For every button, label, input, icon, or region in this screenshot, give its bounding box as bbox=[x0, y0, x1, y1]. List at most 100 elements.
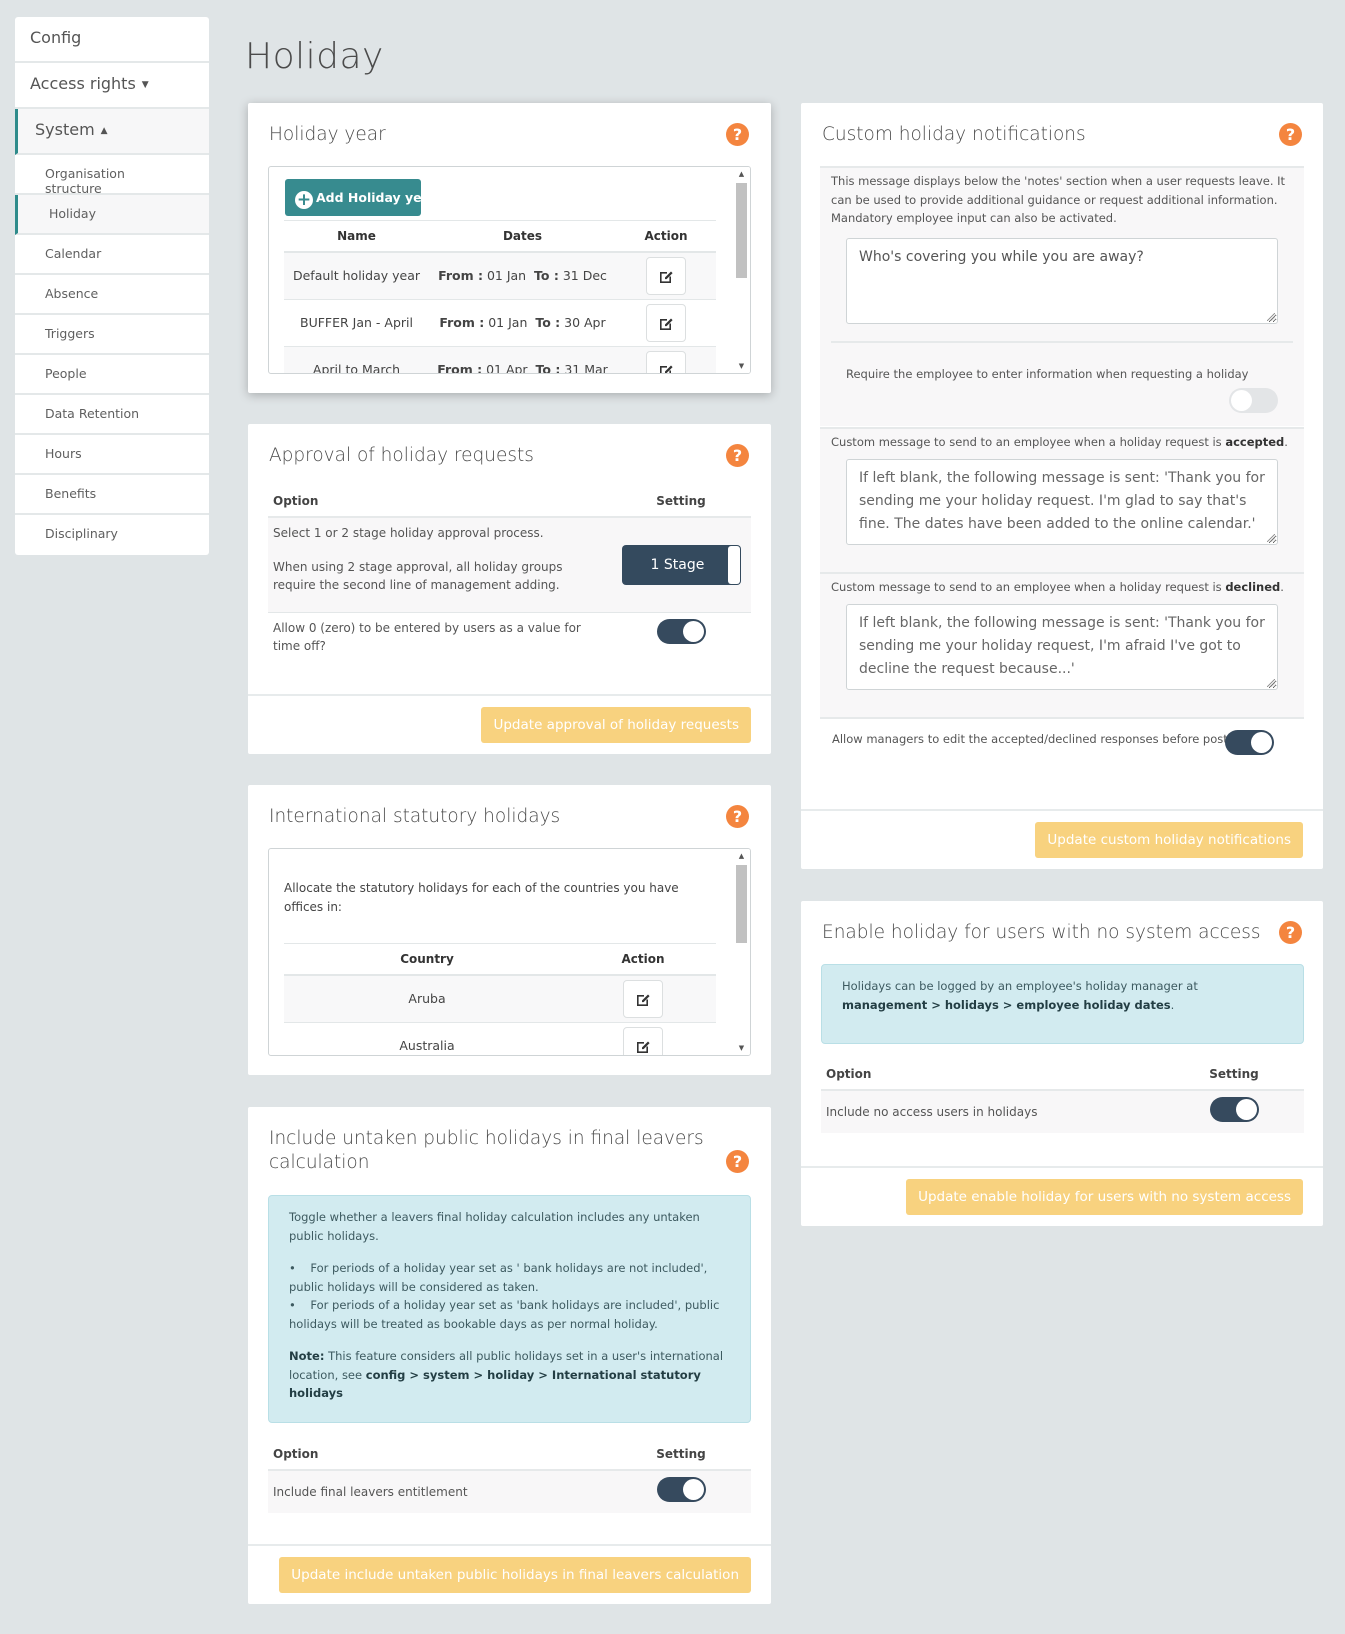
allow-edit-label: Allow managers to edit the accepted/decl… bbox=[832, 732, 1246, 746]
option-text: When using 2 stage approval, all holiday… bbox=[273, 560, 563, 592]
sidebar-item-disciplinary[interactable]: Disciplinary bbox=[15, 515, 209, 555]
country-action bbox=[570, 975, 716, 1023]
sidebar-item-people[interactable]: People bbox=[15, 355, 209, 395]
option-description: Allow 0 (zero) to be entered by users as… bbox=[273, 620, 581, 653]
edit-button[interactable] bbox=[646, 256, 686, 295]
card-title: Include untaken public holidays in final… bbox=[269, 1128, 704, 1173]
add-holiday-year-button[interactable]: + Add Holiday year bbox=[285, 179, 436, 216]
scrollbar-thumb[interactable] bbox=[736, 865, 747, 943]
toggle-knob bbox=[1231, 390, 1252, 411]
holiday-year-dates: From : 01 Apr To : 31 Mar bbox=[429, 346, 616, 374]
resize-grip[interactable] bbox=[1267, 534, 1275, 542]
edit-button[interactable] bbox=[623, 1026, 663, 1055]
sidebar-item-triggers[interactable]: Triggers bbox=[15, 315, 209, 355]
sidebar-item-benefits[interactable]: Benefits bbox=[15, 475, 209, 515]
holiday-year-name: Default holiday year bbox=[284, 252, 429, 300]
card-footer: Update approval of holiday requests bbox=[248, 694, 771, 754]
scrollbar-thumb[interactable] bbox=[736, 183, 747, 278]
info-text: Toggle whether a leavers final holiday c… bbox=[289, 1210, 700, 1243]
scroll-down-arrow-icon[interactable]: ▼ bbox=[733, 1041, 750, 1055]
countries-table: Country Action Aruba Australia bbox=[284, 944, 716, 1055]
sidebar-item-data-retention[interactable]: Data Retention bbox=[15, 395, 209, 435]
sidebar-item-config[interactable]: Config bbox=[15, 17, 209, 63]
resize-grip[interactable] bbox=[1267, 313, 1275, 321]
scrollbar[interactable]: ▲ ▼ bbox=[733, 849, 750, 1055]
approval-stage-toggle[interactable]: 1 Stage bbox=[621, 544, 741, 585]
accepted-message-input[interactable]: If left blank, the following message is … bbox=[846, 459, 1278, 545]
info-text: . bbox=[1170, 997, 1175, 1012]
help-icon[interactable]: ? bbox=[726, 805, 749, 828]
column-header-option: Option bbox=[821, 1059, 1164, 1091]
country-name: Australia bbox=[284, 1022, 570, 1055]
info-bullet: • For periods of a holiday year set as '… bbox=[289, 1261, 708, 1294]
option-setting bbox=[1164, 1090, 1304, 1133]
leavers-options-table: Option Setting Include final leavers ent… bbox=[268, 1439, 751, 1513]
resize-grip[interactable] bbox=[1267, 679, 1275, 687]
column-header-option: Option bbox=[268, 1439, 611, 1471]
section-description: Custom message to send to an employee wh… bbox=[831, 580, 1284, 594]
page-title: Holiday bbox=[245, 36, 384, 77]
no-access-options-table: Option Setting Include no access users i… bbox=[821, 1059, 1304, 1133]
help-icon[interactable]: ? bbox=[726, 1150, 749, 1173]
table-row: Default holiday year From : 01 Jan To : … bbox=[284, 252, 716, 300]
option-description: Select 1 or 2 stage holiday approval pro… bbox=[268, 517, 611, 613]
table-row: Australia bbox=[284, 1022, 716, 1055]
sidebar-item-access-rights[interactable]: Access rights ▼ bbox=[15, 63, 209, 109]
include-leavers-toggle[interactable] bbox=[656, 1477, 706, 1502]
update-approval-button[interactable]: Update approval of holiday requests bbox=[481, 707, 751, 743]
help-icon[interactable]: ? bbox=[726, 444, 749, 467]
plus-circle-icon: + bbox=[295, 190, 313, 210]
scroll-up-arrow-icon[interactable]: ▲ bbox=[733, 849, 750, 863]
scroll-down-arrow-icon[interactable]: ▼ bbox=[733, 359, 750, 373]
sidebar-item-holiday[interactable]: Holiday bbox=[15, 195, 209, 235]
info-path: management > holidays > employee holiday… bbox=[842, 997, 1171, 1012]
include-no-access-toggle[interactable] bbox=[1209, 1097, 1259, 1122]
holiday-year-action bbox=[616, 299, 716, 347]
card-title: Enable holiday for users with no system … bbox=[822, 922, 1261, 943]
column-header-action: Action bbox=[616, 221, 716, 253]
help-icon[interactable]: ? bbox=[1279, 123, 1302, 146]
allow-zero-toggle[interactable] bbox=[656, 618, 706, 644]
holiday-year-dates: From : 01 Jan To : 31 Dec bbox=[429, 252, 616, 300]
help-icon[interactable]: ? bbox=[726, 123, 749, 146]
sidebar-item-organisation-structure[interactable]: Organisation structure bbox=[15, 155, 209, 196]
help-icon[interactable]: ? bbox=[1279, 921, 1302, 944]
card-footer: Update enable holiday for users with no … bbox=[801, 1166, 1323, 1226]
sidebar-item-calendar[interactable]: Calendar bbox=[15, 235, 209, 275]
to-date: 31 Mar bbox=[564, 362, 608, 374]
to-date: 30 Apr bbox=[564, 315, 606, 330]
update-leavers-button[interactable]: Update include untaken public holidays i… bbox=[279, 1557, 751, 1593]
holiday-year-action bbox=[616, 252, 716, 300]
sidebar-item-absence[interactable]: Absence bbox=[15, 275, 209, 315]
declined-message-input[interactable]: If left blank, the following message is … bbox=[846, 604, 1278, 690]
require-info-toggle[interactable] bbox=[1229, 388, 1278, 413]
card-title: International statutory holidays bbox=[269, 806, 561, 827]
option-description: Include no access users in holidays bbox=[821, 1090, 1164, 1133]
scrollbar[interactable]: ▲ ▼ bbox=[733, 167, 750, 373]
edit-button[interactable] bbox=[646, 350, 686, 373]
sidebar-item-system[interactable]: System ▲ bbox=[15, 109, 209, 155]
edit-icon bbox=[660, 271, 673, 284]
update-notifications-button[interactable]: Update custom holiday notifications bbox=[1035, 822, 1303, 858]
edit-button[interactable] bbox=[646, 303, 686, 342]
update-no-access-button[interactable]: Update enable holiday for users with no … bbox=[906, 1179, 1303, 1215]
request-message-input[interactable]: Who's covering you while you are away? bbox=[846, 238, 1278, 324]
approval-options-table: Option Setting Select 1 or 2 stage holid… bbox=[268, 486, 751, 661]
edit-button[interactable] bbox=[623, 979, 663, 1018]
card-title: Holiday year bbox=[269, 124, 386, 145]
accepted-message-section: Custom message to send to an employee wh… bbox=[820, 427, 1304, 572]
scroll-up-arrow-icon[interactable]: ▲ bbox=[733, 167, 750, 181]
label-text: Custom message to send to an employee wh… bbox=[831, 580, 1226, 594]
column-header-setting: Setting bbox=[611, 1439, 751, 1471]
edit-icon bbox=[637, 994, 650, 1007]
bullet-text: For periods of a holiday year set as ' b… bbox=[289, 1261, 708, 1294]
table-row: Include no access users in holidays bbox=[821, 1090, 1304, 1133]
approval-card: Approval of holiday requests ? Option Se… bbox=[248, 424, 771, 754]
sidebar-item-hours[interactable]: Hours bbox=[15, 435, 209, 475]
table-row: Aruba bbox=[284, 975, 716, 1023]
card-title: Approval of holiday requests bbox=[269, 445, 534, 466]
column-header-dates: Dates bbox=[429, 221, 616, 253]
info-bullet: • For periods of a holiday year set as '… bbox=[289, 1298, 720, 1331]
allow-edit-toggle[interactable] bbox=[1225, 730, 1274, 755]
no-access-info-box: Holidays can be logged by an employee's … bbox=[821, 964, 1304, 1044]
